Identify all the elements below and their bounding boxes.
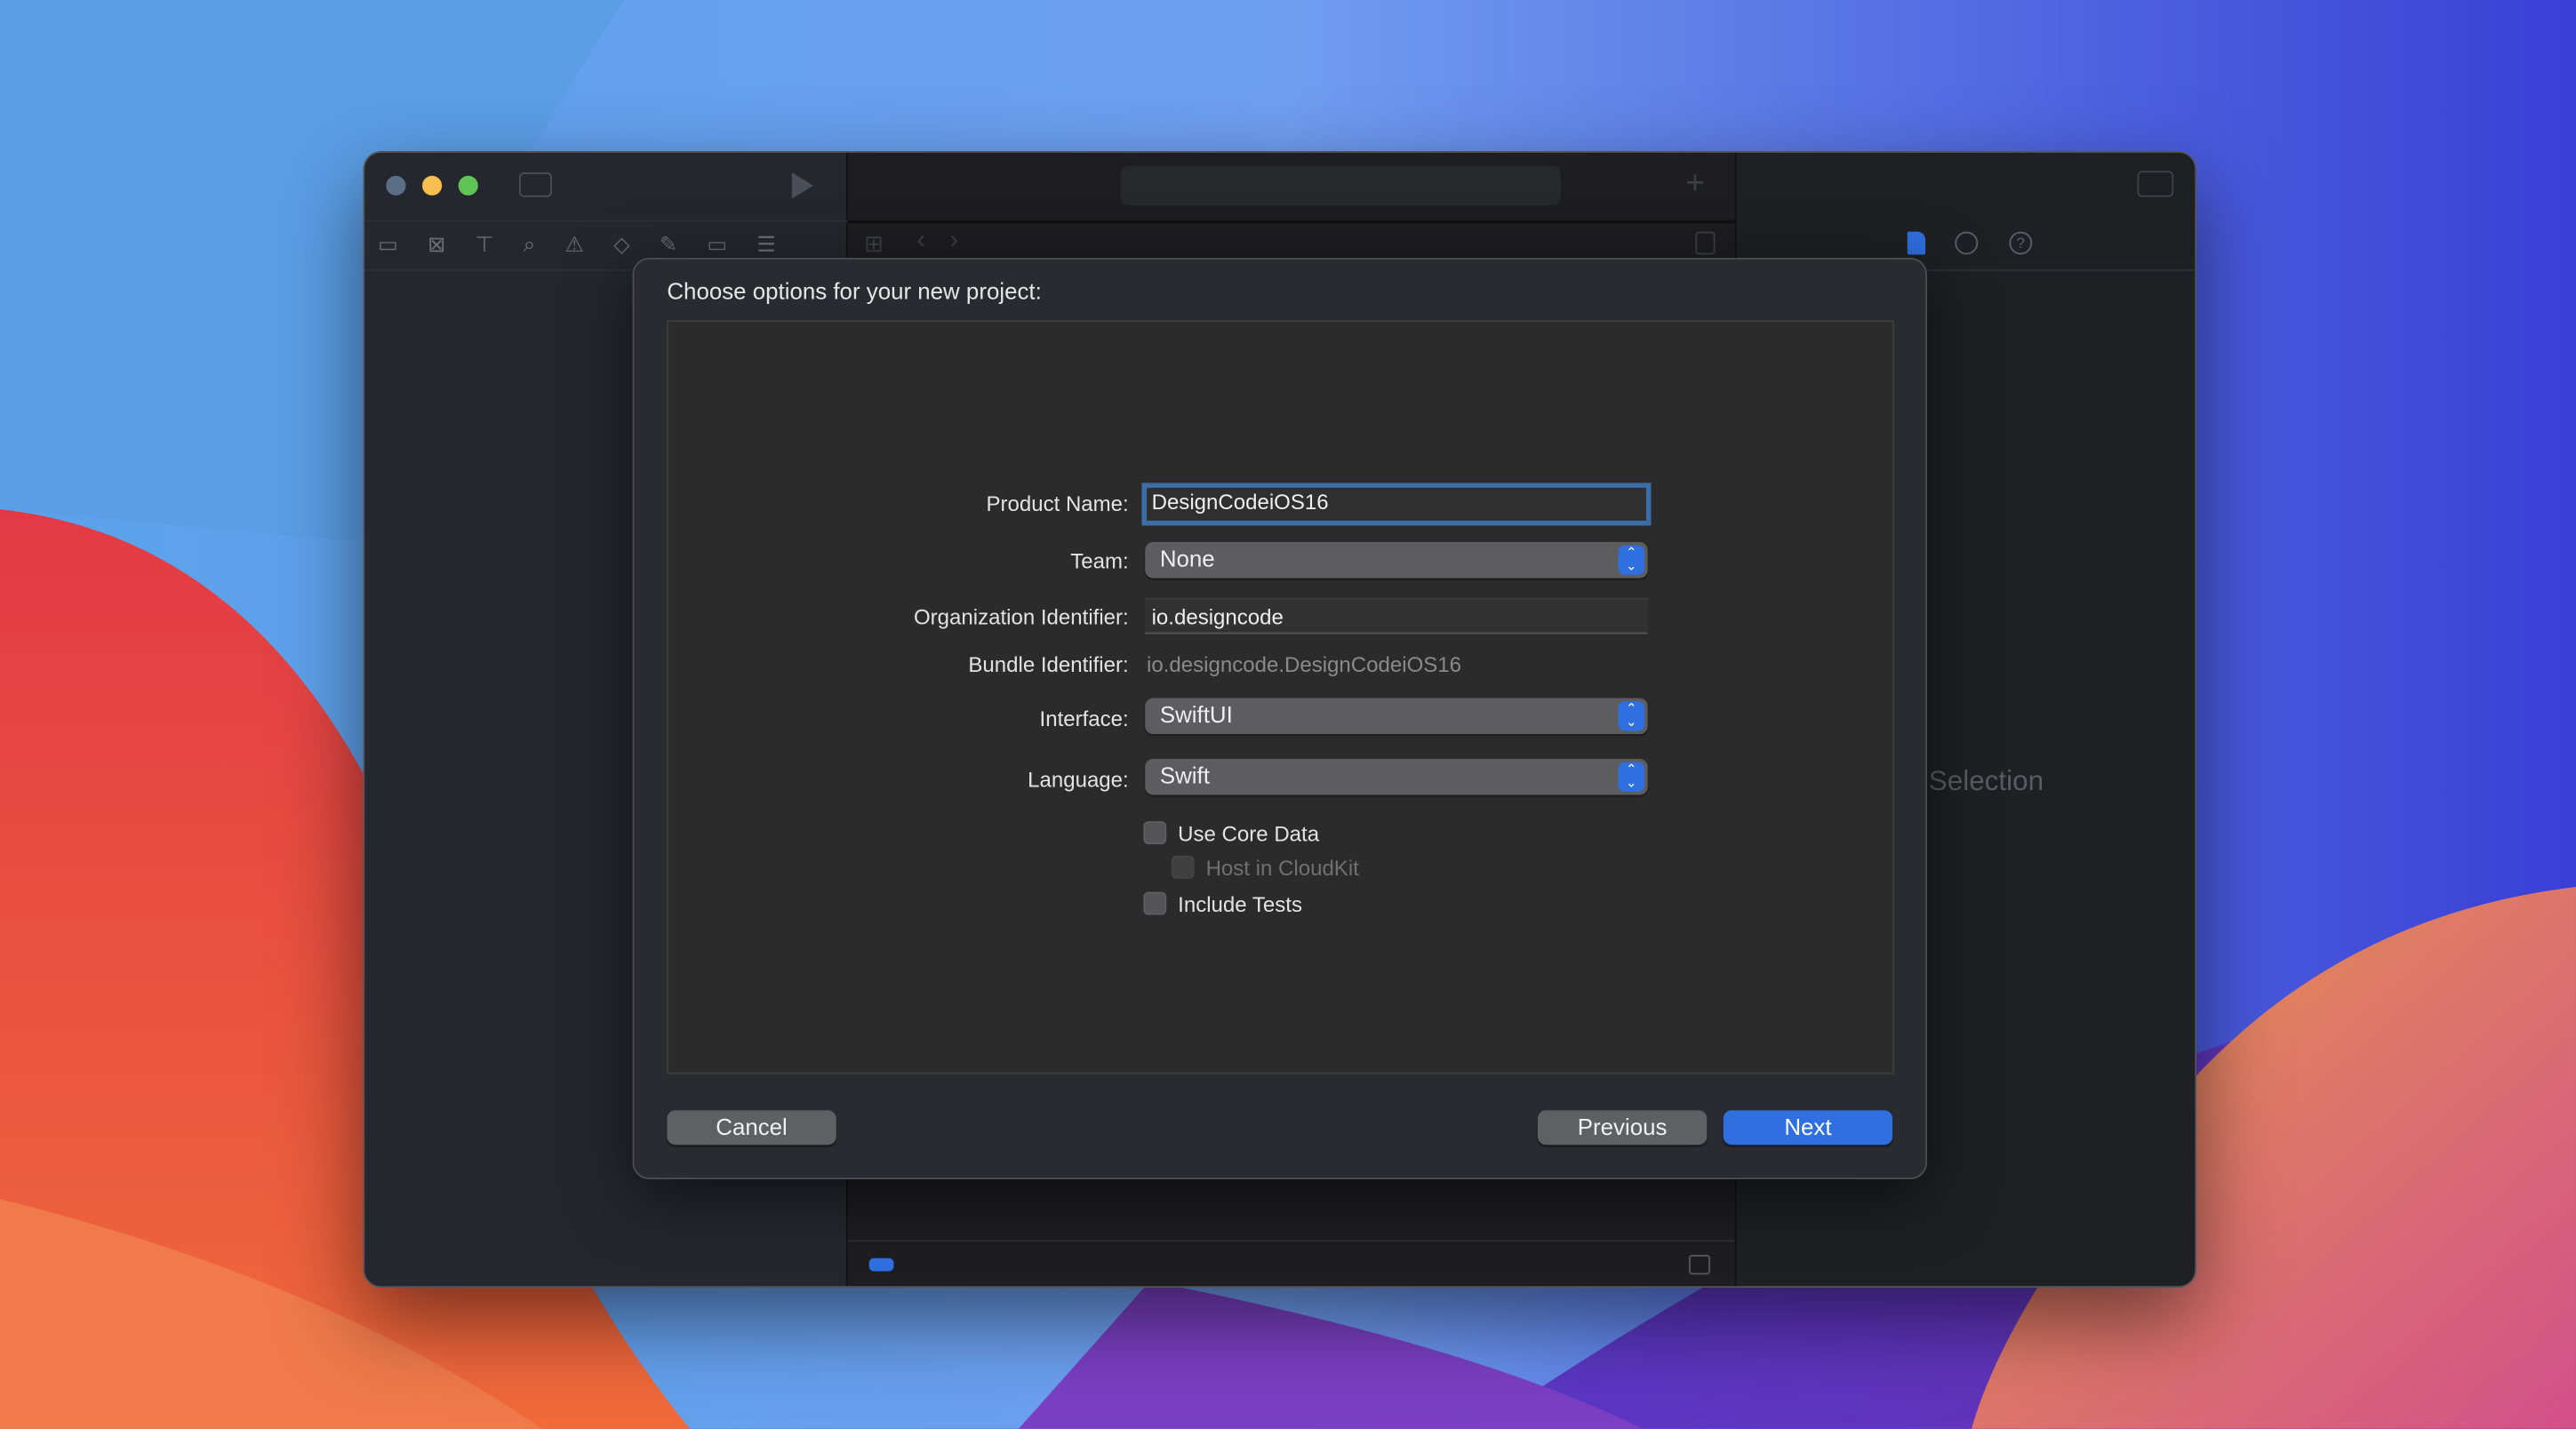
help-icon[interactable]: ? [2009,231,2033,255]
debug-spray-icon[interactable]: ✎ [660,232,677,259]
add-icon[interactable]: + [1685,166,1705,204]
close-button[interactable] [386,175,406,196]
previous-button[interactable]: Previous [1537,1110,1708,1146]
language-label: Language: [1028,767,1129,792]
product-name-input[interactable]: DesignCodeiOS16 [1141,483,1652,526]
dialog-title: Choose options for your new project: [667,277,1042,304]
debug-area-toggle-icon[interactable] [868,1257,894,1272]
stepper-chevrons-icon: ⌃ ⌄ [1618,701,1645,731]
panel-toggle-icon[interactable] [1688,1255,1710,1275]
team-select[interactable]: None ⌃ ⌄ [1145,541,1648,579]
bundle-identifier-label: Bundle Identifier: [968,651,1129,677]
source-control-icon[interactable]: ⊠ [428,232,445,259]
stepper-chevrons-icon: ⌃ ⌄ [1618,545,1645,575]
product-name-label: Product Name: [986,491,1129,516]
language-value: Swift [1159,762,1210,789]
no-selection-text: Selection [1928,765,2044,797]
inspector-toggle-icon[interactable] [2137,171,2174,197]
next-button[interactable]: Next [1723,1110,1893,1146]
interface-value: SwiftUI [1159,701,1233,728]
interface-label: Interface: [1039,706,1129,731]
activity-view [1120,165,1561,206]
navigator-toolbar: ▭ ⊠ ⊤ ⌕ ⚠ ◇ ✎ ▭ ☰ [378,232,776,259]
include-tests-checkbox[interactable] [1143,891,1167,915]
organization-identifier-input[interactable]: io.designcode [1145,597,1648,635]
history-icon[interactable] [1955,231,1979,255]
file-inspector-icon[interactable] [1907,231,1926,255]
bundle-identifier-value: io.designcode.DesignCodeiOS16 [1147,651,1462,677]
add-editor-icon[interactable] [1695,231,1716,255]
search-icon[interactable]: ⌕ [524,232,535,259]
hierarchy-icon[interactable]: ⊤ [476,232,494,259]
warning-icon[interactable]: ⚠ [564,232,584,259]
team-label: Team: [1070,548,1129,574]
grid-icon[interactable]: ⊞ [864,230,884,258]
team-value: None [1159,545,1215,572]
test-diamond-icon[interactable]: ◇ [613,232,629,259]
stepper-chevrons-icon: ⌃ ⌄ [1618,762,1645,792]
sidebar-toggle-icon[interactable] [519,172,552,197]
use-core-data-checkbox[interactable] [1143,821,1167,844]
breakpoint-icon[interactable]: ▭ [707,232,727,259]
interface-select[interactable]: SwiftUI ⌃ ⌄ [1145,698,1648,735]
host-in-cloudkit-label: Host in CloudKit [1205,855,1359,881]
options-panel: Product Name: DesignCodeiOS16 Team: None… [667,320,1894,1074]
organization-identifier-label: Organization Identifier: [913,604,1129,629]
language-select[interactable]: Swift ⌃ ⌄ [1145,758,1648,795]
run-icon[interactable] [791,172,813,199]
new-project-options-dialog: Choose options for your new project: Pro… [632,258,1927,1180]
forward-icon[interactable]: › [949,227,958,256]
zoom-button[interactable] [458,175,478,196]
include-tests-label: Include Tests [1178,891,1302,917]
report-icon[interactable]: ☰ [756,232,776,259]
use-core-data-label: Use Core Data [1178,821,1320,846]
cancel-button[interactable]: Cancel [667,1110,836,1146]
host-in-cloudkit-checkbox[interactable] [1171,855,1195,879]
folder-icon[interactable]: ▭ [378,232,398,259]
minimize-button[interactable] [421,175,443,196]
back-icon[interactable]: ‹ [916,227,925,256]
